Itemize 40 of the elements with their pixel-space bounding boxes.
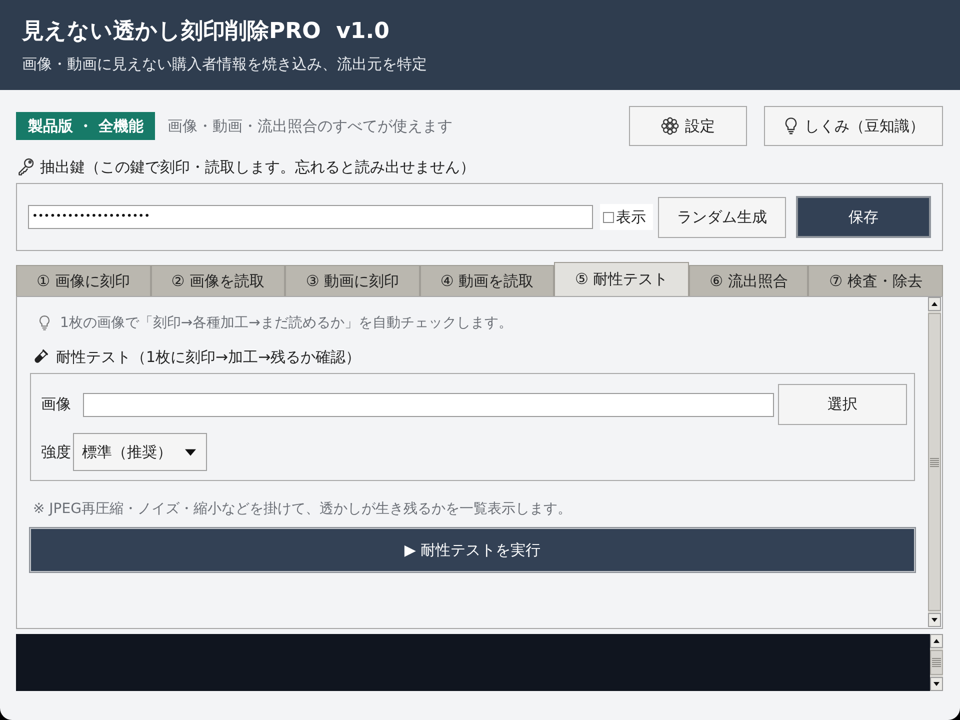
tab[interactable]: ⑦ 検査・除去 [808, 265, 944, 296]
image-path-field[interactable] [83, 392, 774, 416]
scrollbar[interactable] [930, 634, 943, 691]
strength-dropdown[interactable]: 標準（推奨） [73, 433, 207, 471]
scroll-down-icon[interactable] [930, 677, 943, 691]
tab[interactable]: ⑥ 流出照合 [688, 265, 808, 296]
license-description: 画像・動画・流出照合のすべてが使えます [167, 116, 452, 136]
field-label: 強度 [41, 442, 72, 462]
test-tube-icon [33, 349, 48, 365]
tab[interactable]: ② 画像を読取 [150, 265, 286, 296]
settings-icon [661, 117, 679, 135]
license-badge: 製品版 ・ 全機能 [16, 112, 156, 140]
hint-text: 1枚の画像で「刻印→各種加工→まだ読めるか」を自動チェックします。 [60, 314, 512, 332]
key-icon [18, 158, 34, 176]
section-title: 耐性テスト（1枚に刻印→加工→残るか確認） [56, 348, 361, 366]
note-text: ※ JPEG再圧縮・ノイズ・縮小などを掛けて、透かしが生き残るかを一覧表示します。 [33, 500, 572, 519]
tab[interactable]: ④ 動画を読取 [420, 265, 554, 296]
tab[interactable]: ⑤ 耐性テスト [554, 262, 689, 296]
show-key-checkbox[interactable]: 表示 [600, 204, 653, 230]
scroll-up-icon[interactable] [928, 297, 941, 311]
scroll-down-icon[interactable] [928, 613, 941, 627]
lightbulb-icon [37, 315, 52, 331]
key-field[interactable]: •••••••••••••••••••• [28, 205, 593, 229]
settings-button[interactable]: 設定 [629, 106, 747, 146]
key-label: 抽出鍵（この鍵で刻印・読取します。忘れると読み出せません） [40, 158, 475, 176]
random-generate-button[interactable]: ランダム生成 [658, 196, 786, 238]
save-button[interactable]: 保存 [796, 196, 931, 238]
caret-icon [185, 448, 196, 456]
tab[interactable]: ① 画像に刻印 [16, 265, 151, 296]
checkbox-square[interactable] [603, 212, 614, 222]
scrollbar-thumb[interactable] [930, 650, 943, 675]
app-title: 見えない透かし刻印削除PRO v1.0 [22, 18, 390, 46]
tab[interactable]: ③ 動画に刻印 [285, 265, 420, 296]
lightbulb-icon [782, 117, 798, 135]
select-button[interactable]: 選択 [778, 384, 907, 425]
scroll-up-icon[interactable] [930, 634, 943, 648]
field-label: 画像 [41, 395, 72, 414]
app-subtitle: 画像・動画に見えない購入者情報を焼き込み、流出元を特定 [22, 54, 428, 74]
run-test-button[interactable]: ▶ 耐性テストを実行 [30, 528, 915, 572]
tips-button[interactable]: しくみ（豆知識） [764, 106, 943, 146]
